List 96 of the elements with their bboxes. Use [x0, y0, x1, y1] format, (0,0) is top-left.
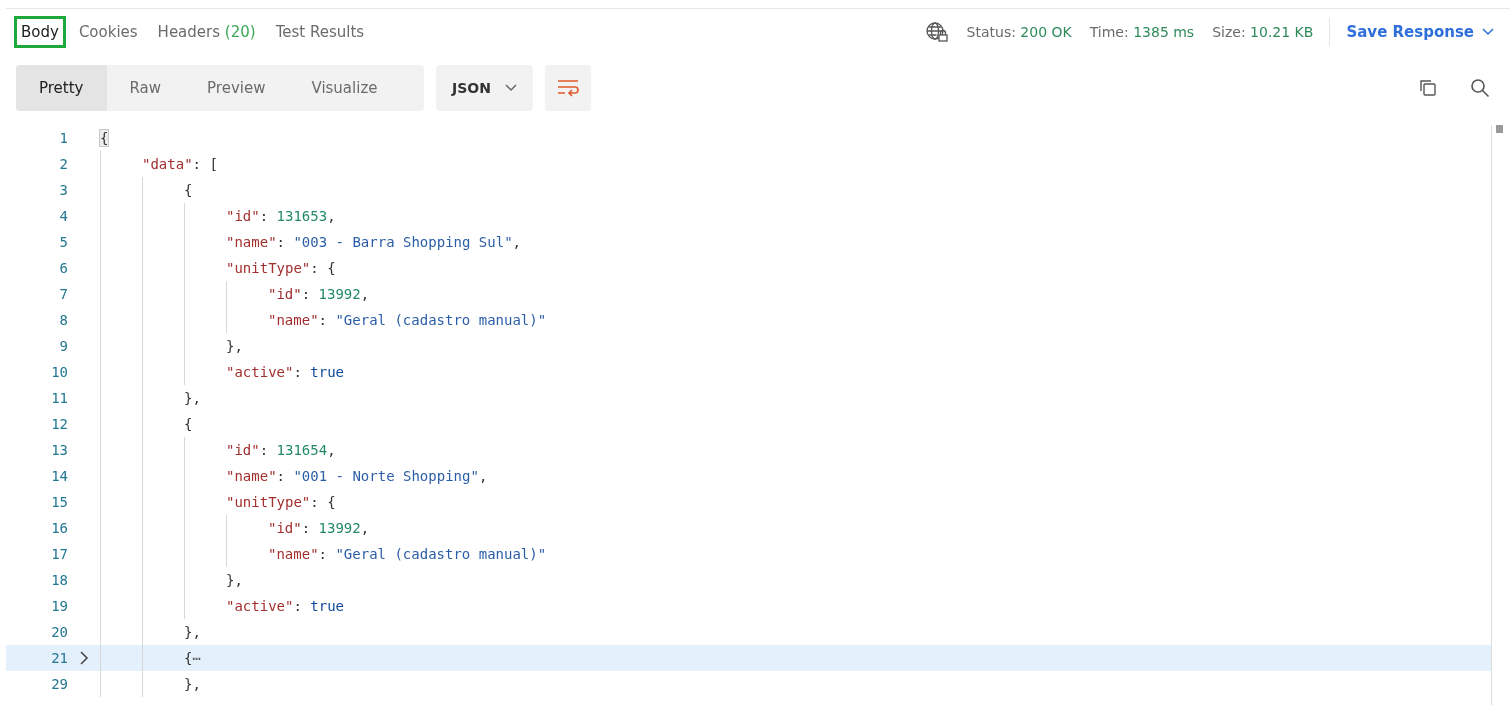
- line-number: 12: [50, 416, 68, 432]
- code-token: : {: [310, 260, 336, 276]
- globe-lock-icon: [924, 21, 949, 43]
- code-token: :: [301, 286, 312, 302]
- code-token: "unitType": [226, 494, 311, 510]
- wrap-lines-icon: [556, 79, 579, 97]
- line-number: 19: [50, 598, 68, 614]
- line-number: 2: [58, 156, 68, 172]
- code-token: true: [310, 598, 344, 614]
- code-token: :: [276, 234, 286, 250]
- code-token: "Geral (cadastro manual)": [335, 546, 547, 562]
- line-number: 15: [50, 494, 68, 510]
- line-number: 13: [50, 442, 68, 458]
- code-token: :: [318, 312, 328, 328]
- line-number: 1: [58, 130, 68, 146]
- code-token: : [: [192, 156, 218, 172]
- line-number: 29: [50, 676, 68, 692]
- code-token: "Geral (cadastro manual)": [335, 312, 547, 328]
- code-token: 131653: [276, 208, 328, 224]
- code-token: ,: [327, 208, 336, 224]
- code-token: },: [184, 390, 201, 406]
- code-token: {: [184, 650, 193, 666]
- search-icon: [1470, 78, 1490, 98]
- line-number: 14: [50, 468, 68, 484]
- line-number: 8: [58, 312, 68, 328]
- code-token: :: [318, 546, 328, 562]
- code-token: "id": [268, 520, 302, 536]
- code-token: "name": [226, 468, 277, 484]
- line-number: 10: [50, 364, 68, 380]
- response-tab[interactable]: Cookies: [71, 16, 145, 48]
- save-response-button[interactable]: Save Response: [1340, 22, 1500, 42]
- status-text: Status: 200 OK: [966, 24, 1072, 40]
- code-token: ,: [327, 442, 336, 458]
- view-mode-tab[interactable]: Visualize: [288, 65, 401, 111]
- code-token: "name": [268, 312, 319, 328]
- code-token: "active": [226, 364, 294, 380]
- code-token: },: [184, 624, 201, 640]
- chevron-down-icon: [504, 84, 517, 92]
- view-mode-tab[interactable]: Raw: [106, 65, 185, 111]
- code-token: 131654: [276, 442, 328, 458]
- code-token: :: [293, 598, 303, 614]
- code-token: :: [276, 468, 286, 484]
- format-dropdown[interactable]: JSON: [436, 65, 533, 111]
- code-token: "id": [226, 442, 260, 458]
- scrollbar[interactable]: [1491, 125, 1506, 705]
- copy-icon: [1418, 78, 1438, 98]
- line-number: 21: [50, 650, 68, 666]
- line-number: 18: [50, 572, 68, 588]
- code-token: },: [184, 676, 201, 692]
- code-token: "id": [268, 286, 302, 302]
- response-tab[interactable]: Test Results: [268, 16, 372, 48]
- code-token: "003 - Barra Shopping Sul": [293, 234, 513, 250]
- code-token: "name": [226, 234, 277, 250]
- view-mode-tab[interactable]: Pretty: [16, 65, 107, 111]
- response-tab[interactable]: Body: [14, 16, 66, 48]
- code-token: true: [310, 364, 344, 380]
- status-text: Time: 1385 ms: [1089, 24, 1195, 40]
- code-token: {: [184, 416, 193, 432]
- code-token: "id": [226, 208, 260, 224]
- code-token: },: [226, 572, 243, 588]
- fold-ellipsis[interactable]: ⋯: [192, 650, 201, 666]
- code-token: "unitType": [226, 260, 311, 276]
- line-number: 5: [58, 234, 68, 250]
- code-token: "active": [226, 598, 294, 614]
- line-number: 7: [58, 286, 68, 302]
- line-number: 9: [58, 338, 68, 354]
- wrap-lines-button[interactable]: [544, 65, 591, 111]
- code-token: },: [226, 338, 243, 354]
- chevron-down-icon: [1482, 28, 1494, 36]
- code-token: 13992: [318, 286, 361, 302]
- code-token: :: [259, 442, 270, 458]
- code-token: "001 - Norte Shopping": [293, 468, 479, 484]
- code-token: "data": [142, 156, 193, 172]
- code-token: : {: [310, 494, 336, 510]
- line-number: 16: [50, 520, 68, 536]
- code-token: :: [301, 520, 312, 536]
- code-token: ,: [512, 234, 522, 250]
- line-number: 17: [50, 546, 68, 562]
- code-token: ,: [360, 520, 370, 536]
- line-number: 3: [58, 182, 68, 198]
- status-text: Size: 10.21 KB: [1212, 24, 1314, 40]
- code-token: :: [293, 364, 303, 380]
- code-token: 13992: [318, 520, 361, 536]
- code-token: ,: [360, 286, 370, 302]
- code-token: "name": [268, 546, 319, 562]
- code-token: {: [100, 130, 109, 146]
- line-number: 20: [50, 624, 68, 640]
- code-token: :: [259, 208, 270, 224]
- response-tab[interactable]: Headers (20): [150, 16, 263, 48]
- line-number: 11: [50, 390, 68, 406]
- code-token: ,: [478, 468, 488, 484]
- view-mode-tab[interactable]: Preview: [184, 65, 289, 111]
- line-number: 4: [58, 208, 68, 224]
- code-token: {: [184, 182, 193, 198]
- chevron-right-icon[interactable]: [79, 651, 89, 665]
- line-number: 6: [58, 260, 68, 276]
